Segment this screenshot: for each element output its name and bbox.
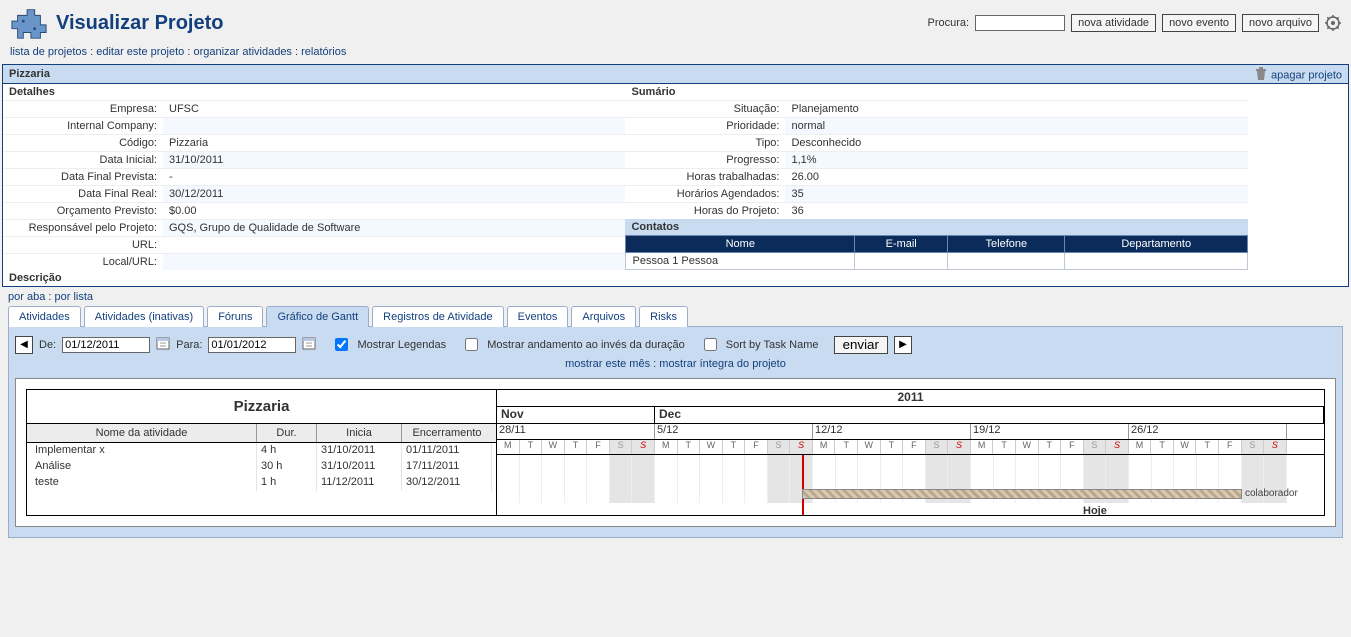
gantt-sort-checkbox[interactable] [704, 338, 717, 351]
gantt-legend-checkbox[interactable] [335, 338, 348, 351]
tab-atividades[interactable]: Atividades [8, 306, 81, 327]
gantt-task-row: teste1 h11/12/201130/12/2011 [27, 475, 496, 491]
tab-eventos[interactable]: Eventos [507, 306, 569, 327]
project-name: Pizzaria [3, 65, 1348, 84]
new-event-button[interactable]: novo evento [1162, 14, 1236, 32]
gantt-sort-label: Sort by Task Name [726, 339, 819, 351]
gantt-progress-checkbox[interactable] [465, 338, 478, 351]
subnav-by-tab[interactable]: por aba [8, 291, 45, 303]
gantt-prev-button[interactable]: ◀ [15, 336, 33, 354]
tab-inativas[interactable]: Atividades (inativas) [84, 306, 204, 327]
contacts-header: Contatos [625, 219, 1247, 235]
breadcrumb-edit[interactable]: editar este projeto [96, 46, 184, 58]
tab-foruns[interactable]: Fóruns [207, 306, 263, 327]
gantt-year: 2011 [497, 390, 1324, 407]
description-header: Descrição [3, 270, 1348, 286]
subnav-by-list[interactable]: por lista [55, 291, 94, 303]
gantt-today-line [802, 455, 804, 515]
search-input[interactable] [975, 15, 1065, 31]
breadcrumb: lista de projetos : editar este projeto … [0, 44, 1351, 64]
contact-row: Pessoa 1 Pessoa [626, 253, 1247, 270]
gantt-to-label: Para: [176, 339, 202, 351]
new-file-button[interactable]: novo arquivo [1242, 14, 1319, 32]
page-title: Visualizar Projeto [56, 12, 223, 35]
gantt-from-input[interactable] [62, 337, 150, 353]
gantt-bar-label: colaborador [1245, 488, 1298, 499]
gantt-next-button[interactable]: ▶ [894, 336, 912, 354]
tab-arquivos[interactable]: Arquivos [571, 306, 636, 327]
tab-registros[interactable]: Registros de Atividade [372, 306, 503, 327]
gantt-full-project-link[interactable]: mostrar íntegra do projeto [659, 358, 786, 370]
gantt-this-month-link[interactable]: mostrar este mês [565, 358, 650, 370]
gantt-task-row: Implementar x4 h31/10/201101/11/2011 [27, 443, 496, 459]
gantt-from-label: De: [39, 339, 56, 351]
gantt-bar-teste [802, 489, 1242, 499]
gantt-to-input[interactable] [208, 337, 296, 353]
details-header: Detalhes [3, 84, 625, 100]
tab-risks[interactable]: Risks [639, 306, 688, 327]
gantt-today-label: Hoje [1083, 505, 1123, 515]
gantt-title: Pizzaria [27, 390, 496, 424]
breadcrumb-projects[interactable]: lista de projetos [10, 46, 87, 58]
delete-project-link[interactable]: apagar projeto [1271, 69, 1342, 81]
gantt-legend-label: Mostrar Legendas [357, 339, 446, 351]
trash-icon[interactable] [1254, 67, 1268, 84]
gantt-progress-label: Mostrar andamento ao invés da duração [487, 339, 685, 351]
calendar-icon[interactable] [156, 336, 170, 353]
breadcrumb-organize[interactable]: organizar atividades [193, 46, 291, 58]
new-activity-button[interactable]: nova atividade [1071, 14, 1156, 32]
contacts-table: Nome E-mail Telefone Departamento Pessoa… [625, 235, 1247, 270]
search-label: Procura: [928, 17, 970, 29]
calendar-icon[interactable] [302, 336, 316, 353]
breadcrumb-reports[interactable]: relatórios [301, 46, 346, 58]
summary-header: Sumário [625, 84, 1247, 100]
app-logo [10, 4, 48, 42]
gantt-submit-button[interactable]: enviar [834, 336, 888, 354]
gear-icon[interactable] [1325, 15, 1341, 31]
tab-gantt[interactable]: Gráfico de Gantt [266, 306, 369, 327]
gantt-task-row: Análise30 h31/10/201117/11/2011 [27, 459, 496, 475]
